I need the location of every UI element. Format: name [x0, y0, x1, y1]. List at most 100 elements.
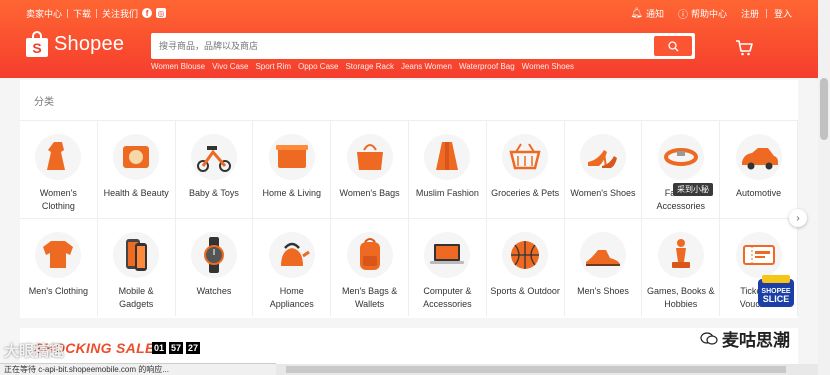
- category-item[interactable]: Automotive: [720, 120, 798, 218]
- category-image: [346, 232, 393, 278]
- category-image: [657, 232, 704, 278]
- shopee-slice-badge[interactable]: SHOPEE SLICE: [754, 273, 798, 311]
- hot-keyword-link[interactable]: Vivo Case: [212, 62, 248, 71]
- category-item[interactable]: Mobile & Gadgets: [97, 218, 176, 316]
- search-button[interactable]: [654, 36, 692, 56]
- category-label: Health & Beauty: [103, 188, 169, 198]
- hot-keyword-link[interactable]: Waterproof Bag: [459, 62, 515, 71]
- category-item[interactable]: Women's Shoes: [564, 120, 643, 218]
- header: 卖家中心 下载 关注我们 f ◎ 🔔︎ 通知 ⓘ 帮助中心 注册 登入 S Sh…: [0, 0, 818, 78]
- category-item[interactable]: Sports & Outdoor: [486, 218, 565, 316]
- category-item[interactable]: Groceries & Pets: [486, 120, 565, 218]
- horizontal-scrollbar-thumb[interactable]: [286, 366, 786, 373]
- category-label: Groceries & Pets: [491, 188, 560, 198]
- facebook-icon[interactable]: f: [142, 8, 153, 18]
- vertical-scrollbar[interactable]: [818, 0, 830, 375]
- category-image: [502, 134, 549, 180]
- top-bar-right: 🔔︎ 通知 ⓘ 帮助中心 注册 登入: [630, 6, 792, 21]
- category-label: Sports & Outdoor: [490, 286, 560, 296]
- countdown-timer: 01 57 27: [152, 342, 203, 354]
- divider: [67, 8, 69, 18]
- seller-centre-link[interactable]: 卖家中心: [26, 7, 62, 20]
- hot-keyword-link[interactable]: Jeans Women: [401, 62, 452, 71]
- category-label: Men's Clothing: [28, 286, 89, 296]
- chevron-right-icon: ›: [796, 212, 800, 224]
- category-item[interactable]: Health & Beauty: [97, 120, 176, 218]
- phone-icon: [126, 239, 148, 271]
- category-item[interactable]: Men's Shoes: [564, 218, 643, 316]
- heels-icon: [587, 150, 617, 169]
- category-label: Computer & Accessories: [423, 286, 472, 309]
- login-link[interactable]: 登入: [774, 7, 792, 20]
- category-item[interactable]: Computer & Accessories: [408, 218, 487, 316]
- category-item[interactable]: Watches: [175, 218, 254, 316]
- category-item[interactable]: Home Appliances: [253, 218, 332, 316]
- category-item[interactable]: Women's Clothing: [20, 120, 98, 218]
- tricycle-icon: [196, 146, 231, 172]
- search-bar: [151, 33, 695, 59]
- category-label: Women's Bags: [339, 188, 400, 198]
- hot-keyword-link[interactable]: Women Shoes: [522, 62, 574, 71]
- hot-keywords: Women Blouse Vivo Case Sport Rim Oppo Case S…: [151, 62, 581, 71]
- category-next-button[interactable]: ›: [789, 209, 807, 227]
- category-item[interactable]: Muslim Fashion: [408, 120, 487, 218]
- timer-minutes: 57: [169, 342, 183, 354]
- instagram-icon[interactable]: ◎: [156, 8, 167, 18]
- backpack-icon: [359, 238, 380, 270]
- category-image: [502, 232, 549, 278]
- category-image: [35, 134, 82, 180]
- divider: [765, 8, 767, 18]
- shopee-logo[interactable]: S Shopee: [26, 31, 124, 57]
- category-heading: 分类: [34, 96, 54, 108]
- category-image: [190, 134, 237, 180]
- search-input[interactable]: [159, 37, 649, 55]
- ticket-icon: [742, 245, 775, 265]
- hot-keyword-link[interactable]: Sport Rim: [255, 62, 291, 71]
- category-item[interactable]: Home & Living: [253, 120, 332, 218]
- bracelet-icon: [663, 148, 698, 166]
- hot-keyword-link[interactable]: Storage Rack: [345, 62, 393, 71]
- vertical-scrollbar-thumb[interactable]: [820, 78, 828, 140]
- category-image: [579, 134, 626, 180]
- category-image: [424, 134, 471, 180]
- category-image: [268, 134, 315, 180]
- category-image: [346, 134, 393, 180]
- category-grid: Women's Clothing Health & Beauty Baby & To…: [20, 120, 798, 316]
- compact-powder-icon: [123, 146, 150, 168]
- search-icon: [667, 40, 678, 51]
- watermark-right-text: 麦咕思潮: [722, 331, 790, 350]
- category-label: Men's Shoes: [577, 286, 629, 296]
- category-item[interactable]: Baby & Toys: [175, 120, 254, 218]
- category-image: [657, 134, 704, 180]
- category-image: [579, 232, 626, 278]
- category-image: [268, 232, 315, 278]
- category-label: Mobile & Gadgets: [118, 286, 154, 309]
- category-image: [35, 232, 82, 278]
- notifications-link[interactable]: 🔔︎ 通知: [630, 7, 664, 20]
- timer-seconds: 27: [186, 342, 200, 354]
- category-label: Home & Living: [262, 188, 322, 198]
- shopee-bag-icon: S: [26, 31, 48, 57]
- category-item[interactable]: Fashion Accessories: [642, 120, 721, 218]
- help-link[interactable]: ⓘ 帮助中心: [678, 6, 727, 21]
- category-label: Women's Clothing: [39, 188, 77, 211]
- category-item[interactable]: Games, Books & Hobbies: [642, 218, 721, 316]
- notifications-label: 通知: [645, 8, 664, 19]
- category-item[interactable]: Women's Bags: [331, 120, 409, 218]
- register-link[interactable]: 注册: [741, 7, 759, 20]
- hot-keyword-link[interactable]: Women Blouse: [151, 62, 205, 71]
- divider: [96, 8, 98, 18]
- watch-icon: [203, 237, 224, 273]
- category-section: 分类 Women's Clothing Health & Beauty Baby &…: [20, 80, 798, 318]
- category-label: Automotive: [736, 188, 782, 198]
- abaya-icon: [436, 142, 459, 170]
- category-item[interactable]: Men's Bags & Wallets: [331, 218, 409, 316]
- cart-button[interactable]: [735, 40, 753, 61]
- category-image: [735, 134, 782, 180]
- category-image: [113, 232, 160, 278]
- help-icon: ⓘ: [677, 9, 688, 21]
- download-link[interactable]: 下载: [73, 7, 91, 20]
- hot-keyword-link[interactable]: Oppo Case: [298, 62, 338, 71]
- category-item[interactable]: Men's Clothing: [20, 218, 98, 316]
- basket-icon: [509, 143, 541, 170]
